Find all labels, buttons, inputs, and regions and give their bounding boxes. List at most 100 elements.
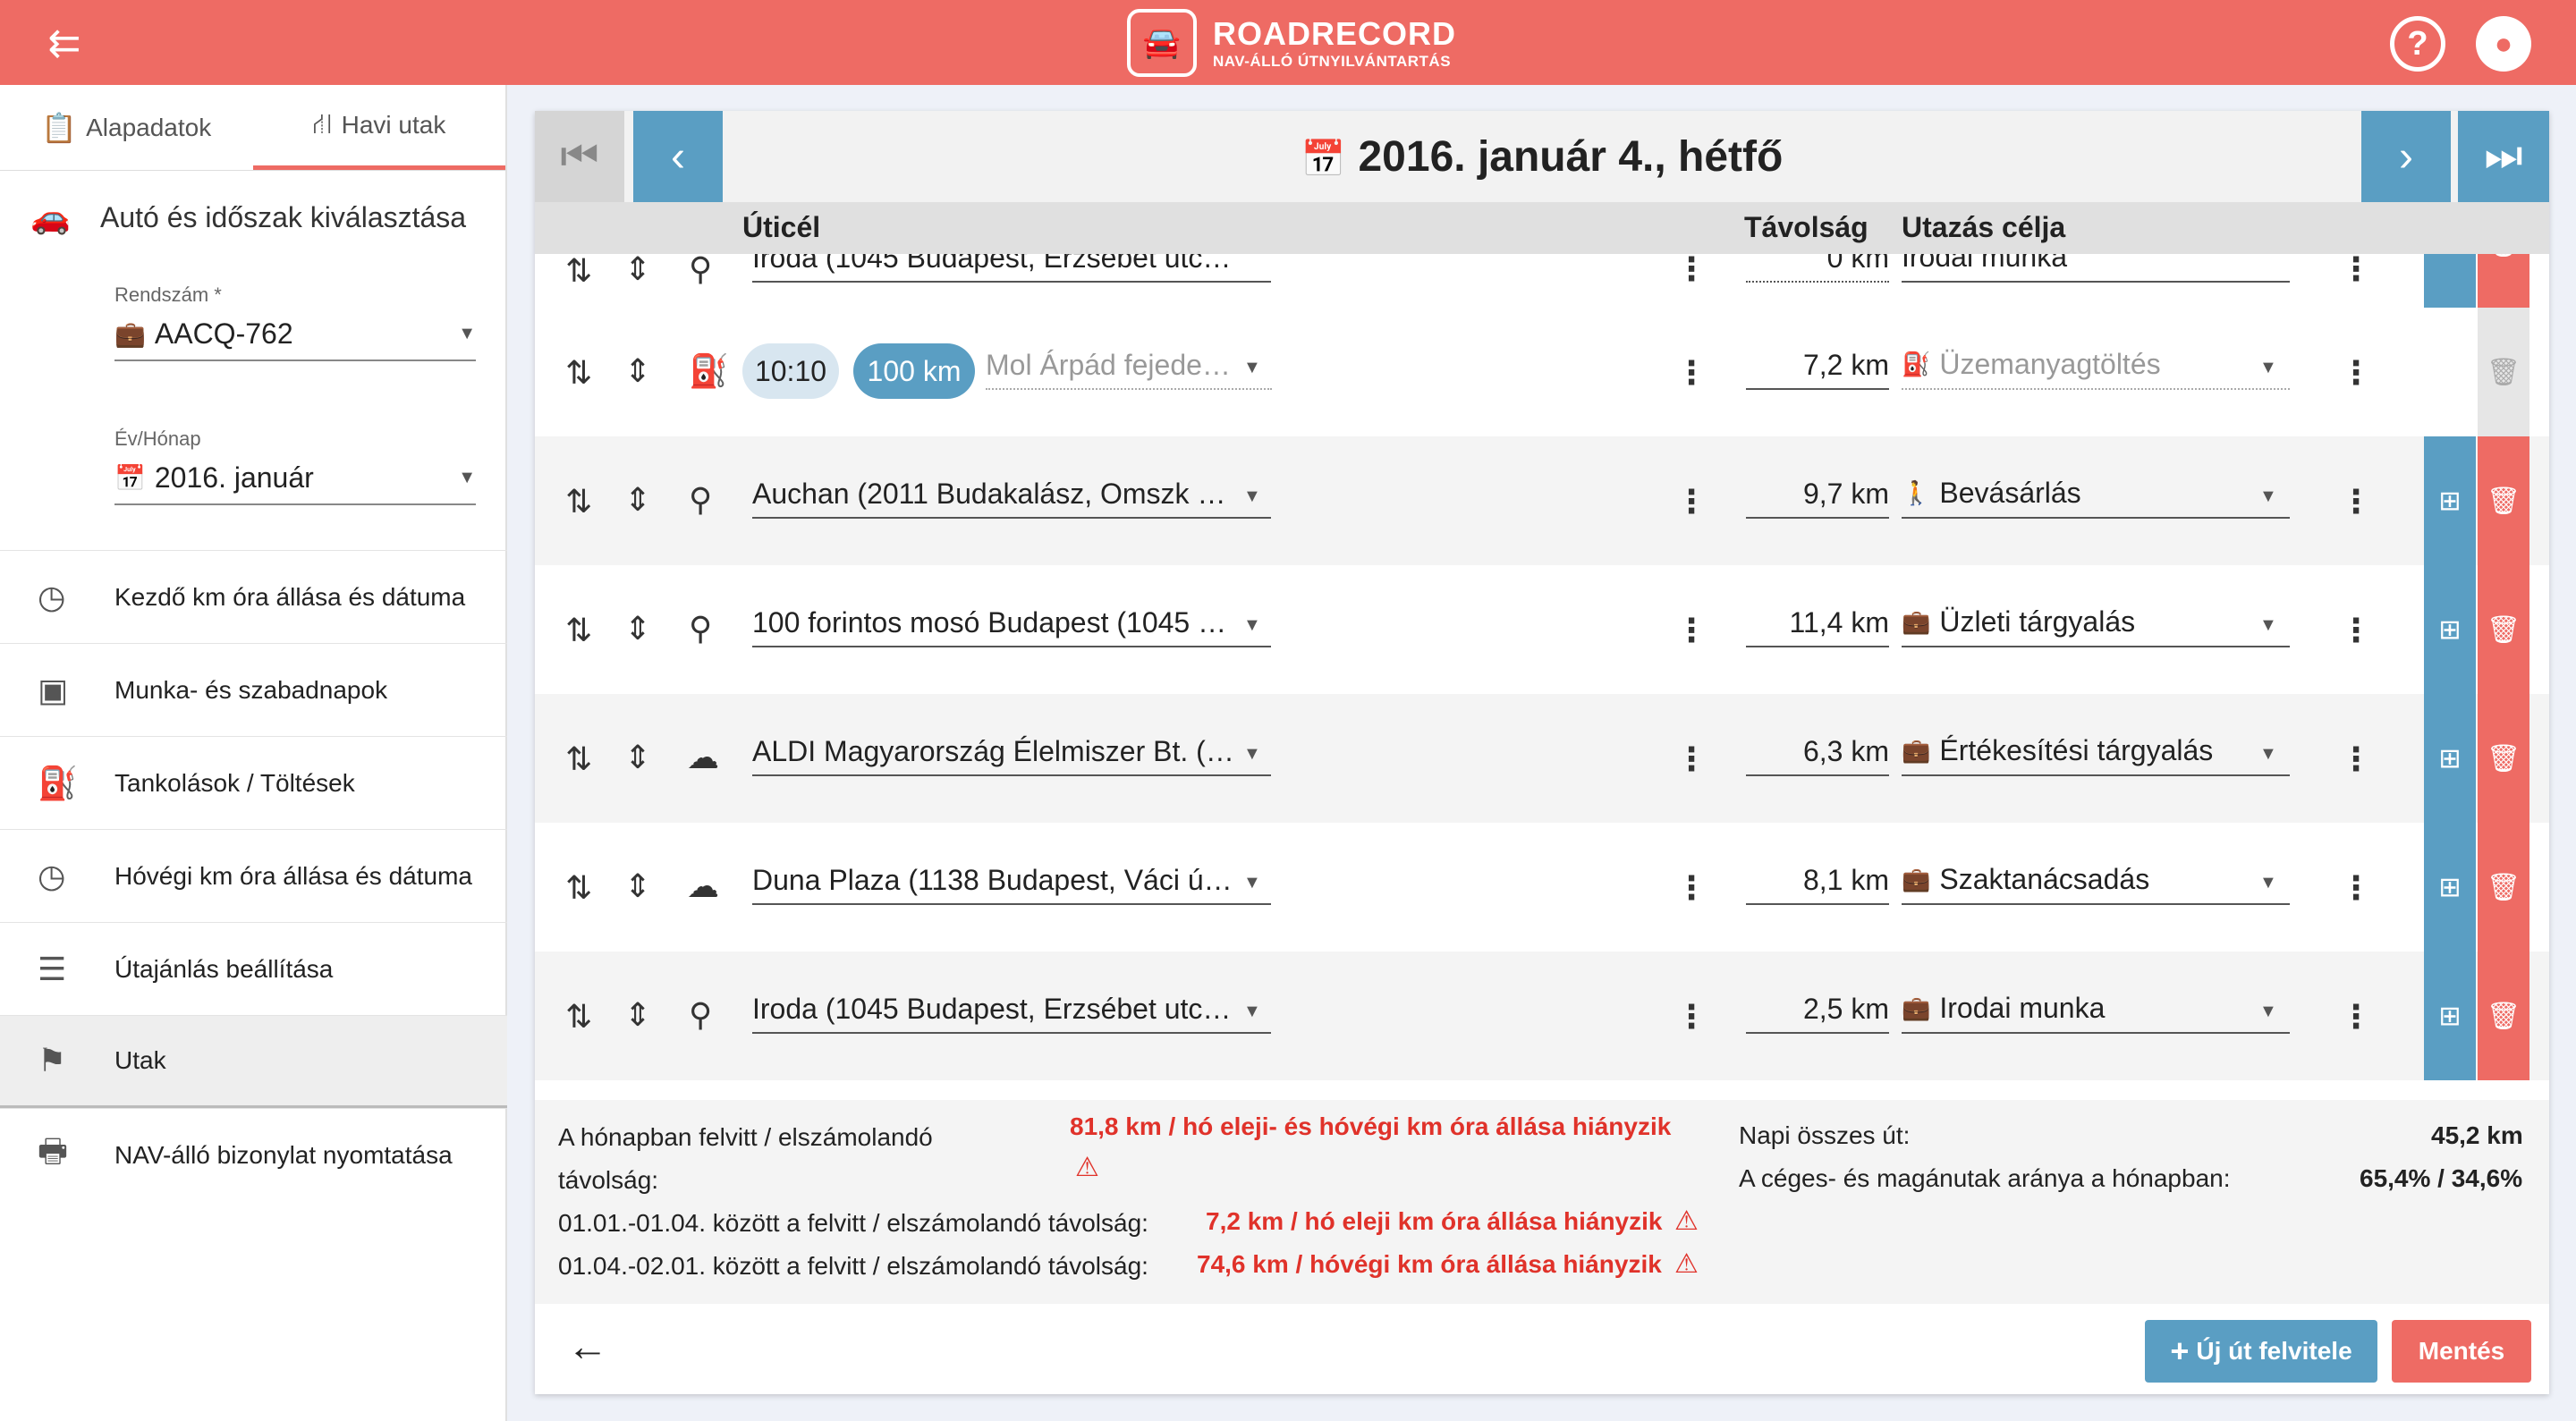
destination-field[interactable]: ALDI Magyarország Élelmiszer Bt. (1158 B… [752,726,1271,776]
dropdown-arrow-icon[interactable]: ▼ [2259,1002,2277,1022]
menu-back-icon[interactable]: ⇇ [39,21,89,66]
more-icon[interactable]: ⋮ [1675,869,1707,907]
more-icon[interactable]: ⋮ [1675,740,1707,778]
dropdown-arrow-icon[interactable]: ▼ [2259,358,2277,378]
delete-button[interactable]: 🗑 [2478,952,2529,1080]
delete-button[interactable]: 🗑 [2478,308,2529,436]
split-icon[interactable]: ⇕ [624,867,651,905]
split-icon[interactable]: ⇕ [624,254,651,288]
purpose-select[interactable]: 💼 Szaktanácsadás [1902,855,2290,905]
purpose-select[interactable]: 💼 Üzleti tárgyalás [1902,597,2290,647]
details-button[interactable]: ⊞ [2424,823,2476,952]
purpose-select[interactable]: ⛽ Üzemanyagtöltés [1902,340,2290,390]
details-button[interactable]: ⊞ [2424,254,2476,308]
swap-icon[interactable]: ⇅ [565,254,592,290]
swap-icon[interactable]: ⇅ [565,740,592,778]
details-button[interactable]: ⊞ [2424,952,2476,1080]
details-button[interactable]: ⊞ [2424,565,2476,694]
purpose-select[interactable]: 💼 Értékesítési tárgyalás [1902,726,2290,776]
ratio-label: A céges- és magánutak aránya a hónapban: [1739,1164,2231,1192]
swap-icon[interactable]: ⇅ [565,354,592,392]
distance-field[interactable]: 0 km [1746,254,1889,283]
swap-icon[interactable]: ⇅ [565,483,592,520]
more-icon[interactable]: ⋮ [2340,869,2372,907]
delete-button[interactable]: 🗑 [2478,565,2529,694]
details-button[interactable]: ⊞ [2424,694,2476,823]
purpose-select[interactable]: 💼 Irodai munka [1902,984,2290,1034]
sidebar-item-tankolasok[interactable]: ⛽ Tankolások / Töltések [0,736,507,829]
save-button[interactable]: Mentés [2392,1320,2531,1383]
last-day-button[interactable]: ⏭ [2458,111,2549,202]
split-icon[interactable]: ⇕ [624,352,651,390]
dropdown-arrow-icon[interactable]: ▼ [1243,873,1261,893]
delete-button[interactable]: 🗑 [2478,694,2529,823]
distance-field[interactable]: 8,1 km [1746,855,1889,905]
split-icon[interactable]: ⇕ [624,481,651,519]
delete-button[interactable]: 🗑 [2478,823,2529,952]
distance-field[interactable]: 7,2 km [1746,340,1889,390]
next-day-button[interactable]: › [2361,111,2451,202]
warning-icon: ⚠ [1674,1249,1699,1279]
destination-field[interactable]: Iroda (1045 Budapest, Erzsébet utca 7-9) [752,254,1271,283]
more-icon[interactable]: ⋮ [2340,740,2372,778]
destination-field[interactable]: Iroda (1045 Budapest, Erzsébet utca 7-9) [752,984,1271,1034]
sidebar-item-munkanapok[interactable]: ▣ Munka- és szabadnapok [0,643,507,736]
delete-button[interactable]: 🗑 [2478,254,2529,308]
more-icon[interactable]: ⋮ [1675,354,1707,392]
dropdown-arrow-icon[interactable]: ▼ [1243,615,1261,636]
tab-alapadatok[interactable]: 📋 Alapadatok [0,85,253,170]
col-purpose: Utazás célja [1902,211,2066,243]
swap-icon[interactable]: ⇅ [565,869,592,907]
time-badge[interactable]: 10:10 [742,343,839,399]
dropdown-arrow-icon[interactable]: ▼ [2259,744,2277,765]
tab-havi-utak[interactable]: ⛙ Havi utak [252,85,505,170]
more-icon[interactable]: ⋮ [2340,998,2372,1036]
details-button[interactable]: ⊞ [2424,436,2476,565]
sidebar-item-utajanlas[interactable]: ☰ Útajánlás beállítása [0,922,507,1015]
sidebar-item-hovegi-km[interactable]: ◷ Hóvégi km óra állása és dátuma [0,829,507,922]
destination-field[interactable]: Auchan (2011 Budakalász, Omszk park 1) [752,469,1271,519]
sidebar-item-nyomtatas[interactable]: 🖶 NAV-álló bizonylat nyomtatása [0,1108,507,1201]
purpose-select[interactable]: 🚶 Bevásárlás [1902,469,2290,519]
period-select[interactable]: Év/Hónap 📅 2016. január ▼ [114,427,476,505]
dropdown-arrow-icon[interactable]: ▼ [1243,744,1261,765]
destination-field[interactable]: 100 forintos mosó Budapest (1045 Budapes… [752,597,1271,647]
destination-field[interactable]: Mol Árpád fejedelem útja (1036 Budapest,… [986,340,1272,390]
account-icon[interactable]: ● [2476,16,2531,72]
swap-icon[interactable]: ⇅ [565,612,592,649]
plate-select[interactable]: Rendszám * 💼 AACQ-762 ▼ [114,283,476,361]
destination-field[interactable]: Duna Plaza (1138 Budapest, Váci út 178) [752,855,1271,905]
dropdown-arrow-icon[interactable]: ▼ [1243,486,1261,507]
dropdown-arrow-icon[interactable]: ▼ [2259,873,2277,893]
sidebar-item-kezdo-km[interactable]: ◷ Kezdő km óra állása és dátuma [0,550,507,643]
distance-field[interactable]: 2,5 km [1746,984,1889,1034]
more-icon[interactable]: ⋮ [2340,612,2372,649]
distance-field[interactable]: 9,7 km [1746,469,1889,519]
dropdown-arrow-icon[interactable]: ▼ [1243,1002,1261,1022]
help-icon[interactable]: ? [2390,16,2445,72]
more-icon[interactable]: ⋮ [2340,354,2372,392]
sidebar-item-utak[interactable]: ⚑ Utak [0,1015,507,1108]
more-icon[interactable]: ⋮ [2340,254,2372,288]
split-icon[interactable]: ⇕ [624,739,651,776]
more-icon[interactable]: ⋮ [2340,483,2372,520]
dropdown-arrow-icon[interactable]: ▼ [2259,615,2277,636]
distance-field[interactable]: 11,4 km [1746,597,1889,647]
swap-icon[interactable]: ⇅ [565,998,592,1036]
split-icon[interactable]: ⇕ [624,610,651,647]
split-icon[interactable]: ⇕ [624,996,651,1034]
purpose-select[interactable]: Irodai munka [1902,254,2290,283]
more-icon[interactable]: ⋮ [1675,483,1707,520]
more-icon[interactable]: ⋮ [1675,612,1707,649]
new-trip-button[interactable]: + Új út felvitele [2145,1320,2377,1383]
period-value: 2016. január [154,461,314,494]
warning-icon: ⚠ [1075,1153,1099,1182]
more-icon[interactable]: ⋮ [1675,254,1707,288]
back-arrow-icon[interactable]: ← [567,1322,608,1370]
distance-field[interactable]: 6,3 km [1746,726,1889,776]
delete-button[interactable]: 🗑 [2478,436,2529,565]
dropdown-arrow-icon[interactable]: ▼ [1243,358,1261,378]
more-icon[interactable]: ⋮ [1675,998,1707,1036]
dropdown-arrow-icon[interactable]: ▼ [2259,486,2277,507]
odometer-badge[interactable]: 100 km [853,343,975,399]
